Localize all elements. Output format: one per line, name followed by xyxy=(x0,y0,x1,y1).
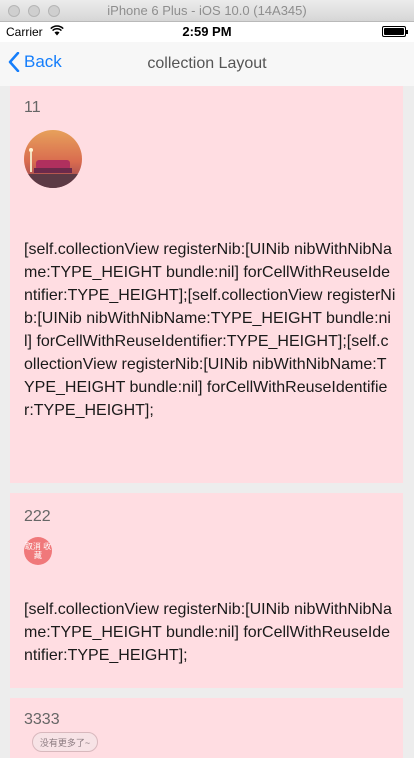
cell-number: 3333 xyxy=(24,711,60,728)
collection-cell[interactable]: 11 [self.collectionView registerNib:[UIN… xyxy=(10,86,403,483)
collection-cell[interactable]: 3333 没有更多了~ xyxy=(10,698,403,758)
simulator-title-bar: iPhone 6 Plus - iOS 10.0 (14A345) xyxy=(0,0,414,22)
collection-view[interactable]: 11 [self.collectionView registerNib:[UIN… xyxy=(0,86,414,758)
cell-description: [self.collectionView registerNib:[UINib … xyxy=(24,241,396,419)
collection-cell[interactable]: 222 取消 收藏 [self.collectionView registerN… xyxy=(10,493,403,688)
cell-number: 222 xyxy=(24,508,51,525)
nav-title: collection Layout xyxy=(147,55,267,72)
simulator-title: iPhone 6 Plus - iOS 10.0 (14A345) xyxy=(107,3,307,18)
cell-description: [self.collectionView registerNib:[UINib … xyxy=(24,601,392,664)
favorite-badge-icon: 取消 收藏 xyxy=(24,537,52,565)
navigation-bar: Back collection Layout xyxy=(0,42,414,86)
status-time: 2:59 PM xyxy=(182,24,232,39)
avatar-image xyxy=(24,130,82,188)
cell-number: 11 xyxy=(24,99,41,116)
status-bar: Carrier 2:59 PM xyxy=(0,22,414,42)
battery-icon xyxy=(382,26,408,37)
no-more-badge: 没有更多了~ xyxy=(32,732,98,752)
